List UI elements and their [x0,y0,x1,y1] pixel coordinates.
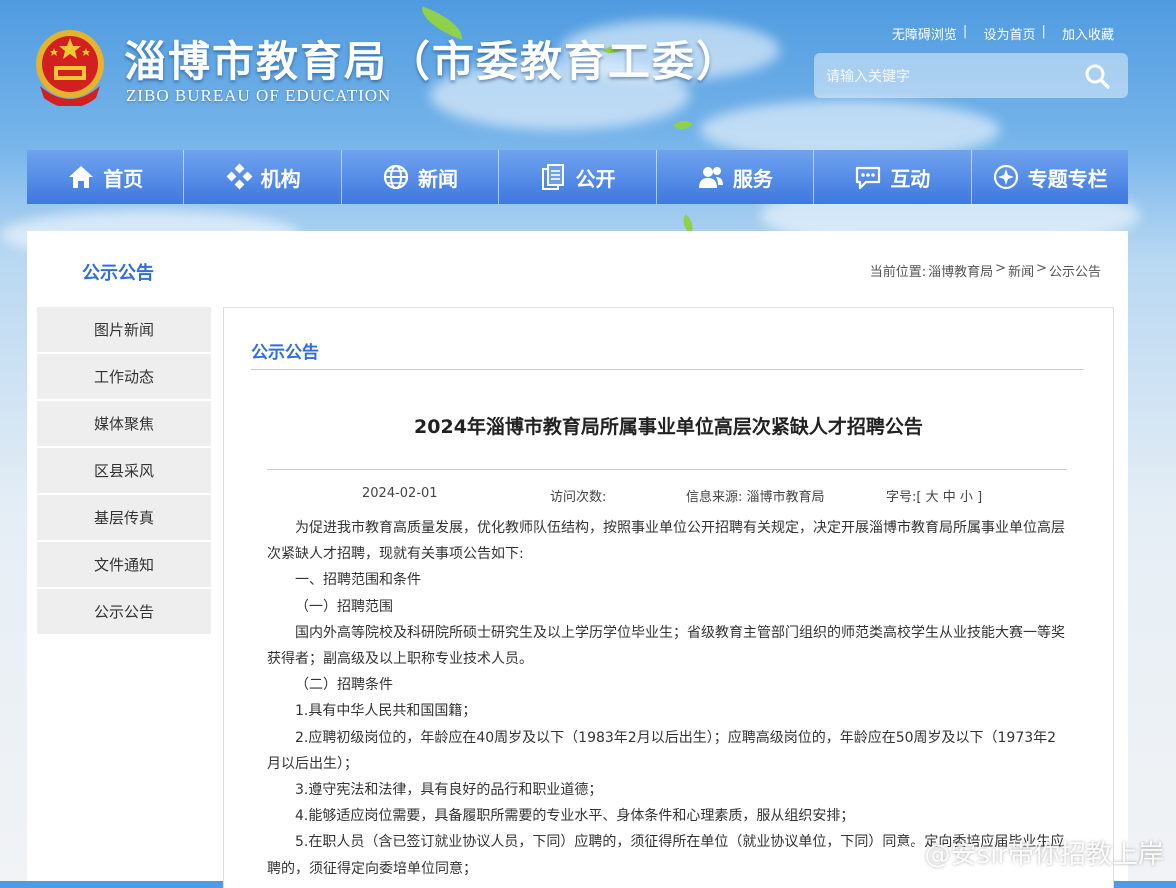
article-source: 信息来源: 淄博市教育局 [686,486,825,505]
users-icon [698,167,723,188]
nav-service[interactable]: 服务 [657,150,815,204]
paragraph: （二）招聘条件 [295,677,393,694]
nav-label: 公开 [575,166,616,191]
sidebar-item-photo-news[interactable]: 图片新闻 [37,307,211,352]
article: 公示公告 2024年淄博市教育局所属事业单位高层次紧缺人才招聘公告 2024-0… [223,307,1114,888]
sidebar-item-notices[interactable]: 文件通知 [37,542,211,587]
font-small-button[interactable]: 小 [960,490,973,505]
breadcrumb-sep: > [995,261,1007,276]
visit-count: 访问次数: [550,490,607,505]
article-body: 为促进我市教育高质量发展，优化教师队伍结构，按照事业单位公开招聘有关规定，决定开… [267,515,1067,882]
content-panel: 公示公告 当前位置: 淄博教育局 > 新闻 > 公示公告 图片新闻 工作动态 媒… [27,231,1128,888]
nav-topics[interactable]: 专题专栏 [972,150,1128,204]
watermark-text: @安sir带你招教上岸 [924,840,1164,870]
set-homepage-link[interactable]: 设为首页 [983,24,1035,43]
topics-icon [993,164,1018,190]
article-date: 2024-02-01 [362,486,438,501]
breadcrumb-current[interactable]: 公示公告 [1049,261,1101,280]
nav-label: 机构 [260,166,301,191]
nav-interaction[interactable]: 互动 [814,150,972,204]
font-large-button[interactable]: 大 [926,490,939,505]
paragraph: 4.能够适应岗位需要，具备履职所需要的专业水平、身体条件和心理素质，服从组织安排… [295,808,855,825]
nav-label: 服务 [732,166,773,191]
search-icon[interactable] [1084,63,1110,89]
article-category: 公示公告 [251,343,319,363]
breadcrumb-sep: > [1036,261,1047,276]
nav-home[interactable]: 首页 [27,150,185,204]
site-header: 淄博市教育局（市委教育工委） ZIBO BUREAU OF EDUCATION … [0,0,1176,150]
national-emblem-icon [36,30,104,106]
sidebar-item-grassroots[interactable]: 基层传真 [37,495,211,540]
paragraph: 为促进我市教育高质量发展，优化教师队伍结构，按照事业单位公开招聘有关规定，决定开… [267,520,1065,563]
breadcrumb: 当前位置: 淄博教育局 > 新闻 > 公示公告 [870,261,1101,280]
breadcrumb-prefix: 当前位置: [869,265,927,280]
section-title: 公示公告 [82,263,154,284]
article-title: 2024年淄博市教育局所属事业单位高层次紧缺人才招聘公告 [414,416,923,438]
top-links: 无障碍浏览 | 设为首页 | 加入收藏 [892,24,1114,43]
source-value: 淄博市教育局 [746,490,825,505]
paragraph: 3.遵守宪法和法律，具有良好的品行和职业道德； [295,782,603,799]
watermark: @安sir带你招教上岸 [891,834,1164,871]
nav-label: 专题专栏 [1027,166,1108,191]
site-subtitle: ZIBO BUREAU OF EDUCATION [126,86,392,105]
font-size-control: 字号:[ 大 中 小 ] [886,490,983,505]
org-icon [226,163,253,190]
nav-organization[interactable]: 机构 [184,150,342,204]
paragraph: 1.具有中华人民共和国国籍； [295,703,477,720]
sidebar-item-announcements[interactable]: 公示公告 [37,589,211,634]
divider [267,469,1067,470]
sidebar: 图片新闻 工作动态 媒体聚焦 区县采风 基层传真 文件通知 公示公告 [37,307,211,636]
divider [251,369,1084,370]
font-size-label: 字号: [886,490,917,505]
font-medium-button[interactable]: 中 [943,490,956,505]
paragraph: 2.应聘初级岗位的，年龄应在40周岁及以下（1983年2月以后出生）；应聘高级岗… [267,729,1057,772]
sidebar-item-media-focus[interactable]: 媒体聚焦 [37,401,211,446]
nav-label: 互动 [890,166,931,191]
separator: | [962,24,968,39]
separator: | [1041,24,1046,39]
paragraph: 国内外高等院校及科研院所硕士研究生及以上学历学位毕业生；省级教育主管部门组织的师… [267,624,1065,668]
home-icon [69,166,94,188]
globe-icon [383,164,409,190]
accessibility-link[interactable]: 无障碍浏览 [892,24,957,43]
chat-icon [856,166,881,190]
add-favorite-link[interactable]: 加入收藏 [1062,24,1114,43]
paragraph: 一、招聘范围和条件 [295,572,421,589]
search-box [814,53,1128,98]
nav-label: 首页 [103,166,144,191]
sidebar-item-work-updates[interactable]: 工作动态 [37,354,211,399]
main-nav: 首页 机构 新闻 公开 服务 互动 专题专栏 [27,150,1128,204]
nav-public[interactable]: 公开 [499,150,657,204]
breadcrumb-home[interactable]: 淄博教育局 [928,261,993,280]
site-title: 淄博市教育局（市委教育工委） [124,37,741,86]
nav-news[interactable]: 新闻 [342,150,500,204]
breadcrumb-news[interactable]: 新闻 [1008,261,1034,280]
nav-label: 新闻 [418,166,459,191]
document-icon [542,164,565,190]
source-label: 信息来源: [686,490,743,505]
sidebar-item-county-news[interactable]: 区县采风 [37,448,211,493]
weibo-icon [891,843,919,864]
search-input[interactable] [824,61,1078,91]
paragraph: （一）招聘范围 [295,598,393,615]
